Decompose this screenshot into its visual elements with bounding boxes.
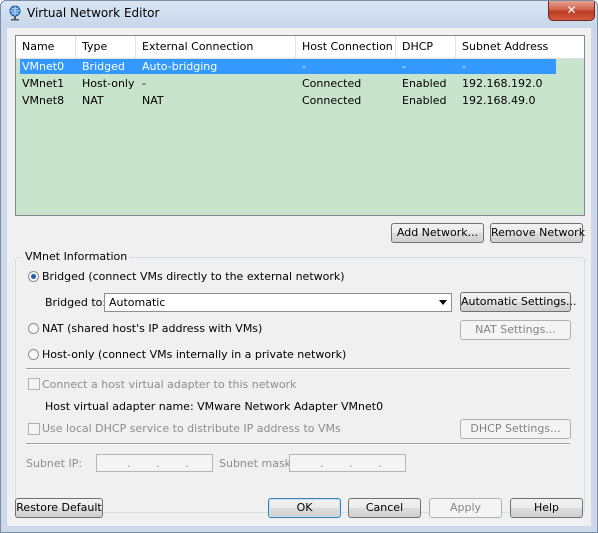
cell-type: NAT — [82, 94, 104, 107]
cell-name: VMnet8 — [22, 94, 65, 107]
network-table[interactable]: Name Type External Connection Host Conne… — [15, 35, 585, 216]
use-dhcp-label[interactable]: Use local DHCP service to distribute IP … — [42, 422, 341, 435]
host-only-option-label[interactable]: Host-only (connect VMs internally in a p… — [42, 348, 346, 361]
virtual-network-editor-window: Virtual Network Editor ✕ Name Type Exter… — [0, 0, 598, 533]
column-header-type[interactable]: Type — [76, 36, 136, 58]
bridged-to-label: Bridged to: — [45, 296, 107, 309]
chevron-down-icon — [439, 300, 447, 305]
connect-host-adapter-checkbox[interactable] — [28, 378, 40, 390]
column-header-external-connection[interactable]: External Connection — [136, 36, 296, 58]
column-header-dhcp[interactable]: DHCP — [396, 36, 456, 58]
cell-external-connection: - — [142, 77, 146, 90]
radio-selected-dot — [31, 274, 36, 279]
table-row[interactable]: VMnet0 Bridged Auto-bridging - - - — [16, 59, 584, 76]
ok-button[interactable]: OK — [268, 498, 341, 518]
column-header-host-connection[interactable]: Host Connection — [296, 36, 396, 58]
window-title: Virtual Network Editor — [27, 6, 160, 20]
connect-host-adapter-label[interactable]: Connect a host virtual adapter to this n… — [42, 378, 296, 391]
cell-external-connection: Auto-bridging — [142, 60, 218, 73]
bridged-option-label[interactable]: Bridged (connect VMs directly to the ext… — [42, 270, 345, 283]
separator — [26, 368, 570, 370]
separator — [26, 443, 570, 445]
cell-host-connection: Connected — [302, 77, 362, 90]
subnet-mask-label: Subnet mask: — [219, 457, 295, 470]
nat-option-label[interactable]: NAT (shared host's IP address with VMs) — [42, 322, 262, 335]
dhcp-settings-button[interactable]: DHCP Settings... — [460, 419, 571, 439]
dialog-client-area: Name Type External Connection Host Conne… — [7, 28, 591, 526]
cell-host-connection: Connected — [302, 94, 362, 107]
cell-subnet-address: 192.168.192.0 — [462, 77, 543, 90]
apply-button[interactable]: Apply — [429, 498, 502, 518]
column-header-name[interactable]: Name — [16, 36, 76, 58]
bridged-to-value: Automatic — [109, 296, 166, 309]
use-dhcp-checkbox[interactable] — [28, 423, 40, 435]
vmnet-information-label: VMnet Information — [23, 250, 130, 263]
cell-name: VMnet1 — [22, 77, 65, 90]
cell-external-connection: NAT — [142, 94, 164, 107]
cell-dhcp: - — [402, 60, 406, 73]
automatic-settings-button[interactable]: Automatic Settings... — [460, 292, 577, 312]
bridged-radio[interactable] — [28, 271, 39, 282]
restore-default-button[interactable]: Restore Default — [15, 498, 103, 518]
cell-name: VMnet0 — [22, 60, 65, 73]
bridged-to-dropdown[interactable]: Automatic — [104, 293, 452, 312]
subnet-ip-field[interactable]: ... — [96, 454, 213, 472]
nat-settings-button[interactable]: NAT Settings... — [460, 320, 571, 340]
add-network-button[interactable]: Add Network... — [391, 223, 484, 243]
cell-type: Host-only — [82, 77, 135, 90]
host-only-radio[interactable] — [28, 349, 39, 360]
cell-subnet-address: - — [462, 60, 466, 73]
cell-type: Bridged — [82, 60, 125, 73]
cell-subnet-address: 192.168.49.0 — [462, 94, 536, 107]
remove-network-button[interactable]: Remove Network — [490, 223, 585, 243]
cell-host-connection: - — [302, 60, 306, 73]
cell-dhcp: Enabled — [402, 94, 447, 107]
title-bar: Virtual Network Editor ✕ — [1, 1, 597, 27]
close-button[interactable]: ✕ — [548, 1, 595, 21]
host-adapter-name: Host virtual adapter name: VMware Networ… — [45, 400, 384, 413]
nat-radio[interactable] — [28, 323, 39, 334]
cell-dhcp: Enabled — [402, 77, 447, 90]
cancel-button[interactable]: Cancel — [348, 498, 421, 518]
network-globe-icon — [9, 5, 21, 21]
table-header: Name Type External Connection Host Conne… — [16, 36, 584, 59]
table-row[interactable]: VMnet1 Host-only - Connected Enabled 192… — [16, 76, 584, 93]
subnet-ip-label: Subnet IP: — [26, 457, 83, 470]
close-icon: ✕ — [566, 3, 577, 17]
table-row[interactable]: VMnet8 NAT NAT Connected Enabled 192.168… — [16, 93, 584, 110]
help-button[interactable]: Help — [510, 498, 583, 518]
column-header-subnet-address[interactable]: Subnet Address — [456, 36, 584, 58]
subnet-mask-field[interactable]: ... — [289, 454, 406, 472]
